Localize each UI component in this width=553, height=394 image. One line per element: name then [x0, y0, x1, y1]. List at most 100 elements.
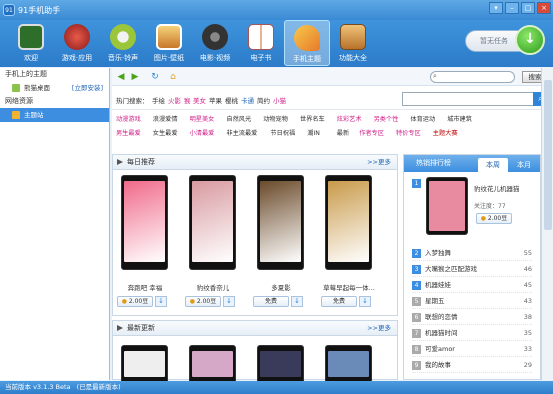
- category-link[interactable]: 女生最爱: [153, 128, 178, 137]
- rank-theme-name[interactable]: 入梦独舞: [425, 249, 451, 257]
- category-link[interactable]: 主题大赛: [433, 128, 458, 137]
- hot-word[interactable]: 火影: [168, 95, 181, 105]
- theme-name[interactable]: 草莓早起每一体...: [319, 282, 379, 292]
- top-theme-name[interactable]: 豹纹花儿机器猫: [474, 183, 520, 193]
- back-icon[interactable]: ◀: [116, 72, 126, 82]
- tab-week[interactable]: 本周: [478, 158, 508, 172]
- free-download-button[interactable]: 免费: [321, 296, 357, 307]
- download-icon[interactable]: ↓: [359, 296, 371, 307]
- category-link[interactable]: 自然风光: [226, 114, 251, 123]
- download-arrow-icon[interactable]: ↓: [515, 25, 545, 55]
- theme-thumbnail[interactable]: [121, 345, 168, 385]
- ranking-row[interactable]: 4 机器娃娃 45: [412, 277, 532, 293]
- theme-thumbnail[interactable]: [257, 345, 304, 385]
- theme-name[interactable]: 豹纹香奈儿: [183, 282, 243, 292]
- category-link[interactable]: 潮IN: [307, 128, 320, 137]
- tool-pictures[interactable]: 图片·壁纸: [146, 20, 192, 66]
- theme-name[interactable]: 多夏影: [251, 282, 311, 292]
- tab-month[interactable]: 本月: [509, 158, 539, 172]
- category-link[interactable]: 最新: [337, 128, 349, 137]
- ranking-row[interactable]: 2 入梦独舞 55: [412, 245, 532, 261]
- category-link[interactable]: 节日祝福: [270, 128, 295, 137]
- category-link[interactable]: 非主流最爱: [226, 128, 257, 137]
- download-icon[interactable]: ↓: [155, 296, 167, 307]
- category-link[interactable]: 动漫游戏: [116, 114, 141, 123]
- home-icon[interactable]: ⌂: [168, 72, 178, 82]
- theme-thumbnail[interactable]: [121, 175, 168, 270]
- theme-preview: [260, 351, 301, 377]
- ranking-row[interactable]: 5 星期五 43: [412, 293, 532, 309]
- theme-search-input[interactable]: ⌕: [402, 92, 548, 106]
- theme-name[interactable]: 奔跑吧 幸福: [115, 282, 175, 292]
- theme-thumbnail[interactable]: [257, 175, 304, 270]
- download-icon[interactable]: ↓: [291, 296, 303, 307]
- hot-word[interactable]: 卡通: [241, 95, 254, 105]
- theme-thumbnail[interactable]: [189, 345, 236, 385]
- price-button[interactable]: ● 2.00豆: [185, 296, 221, 307]
- rank-theme-name[interactable]: 机器娃娃: [425, 281, 451, 289]
- category-link[interactable]: 明星美女: [190, 114, 215, 123]
- hot-word[interactable]: 樱桃: [225, 95, 238, 105]
- vertical-scrollbar[interactable]: [541, 68, 553, 380]
- rank-theme-name[interactable]: 机器猫时间: [425, 329, 458, 337]
- download-icon[interactable]: ↓: [223, 296, 235, 307]
- install-now-link[interactable]: [立即安装]: [72, 81, 103, 95]
- sidebar-item-theme-site[interactable]: 主题站: [0, 108, 109, 122]
- tool-games[interactable]: 游戏·应用: [54, 20, 100, 66]
- rank-theme-name[interactable]: 我的故事: [425, 361, 451, 369]
- price-button[interactable]: ● 2.00豆: [117, 296, 153, 307]
- category-link[interactable]: 炫彩艺术: [337, 114, 362, 123]
- hot-word[interactable]: 简约: [257, 95, 270, 105]
- category-link[interactable]: 体育运动: [410, 114, 435, 123]
- category-link[interactable]: 男生最爱: [116, 128, 141, 137]
- category-link[interactable]: 小清最爱: [190, 128, 215, 137]
- top-theme-thumbnail[interactable]: [426, 177, 468, 235]
- film-icon: [202, 24, 228, 50]
- hot-word[interactable]: 美女: [193, 95, 206, 105]
- category-link[interactable]: 另类个性: [374, 114, 399, 123]
- close-icon[interactable]: ×: [537, 2, 551, 14]
- rank-theme-name[interactable]: 联想的恋情: [425, 313, 458, 321]
- category-link[interactable]: 浪漫爱情: [153, 114, 178, 123]
- more-link[interactable]: >>更多: [367, 155, 391, 169]
- scrollbar-thumb[interactable]: [544, 80, 552, 230]
- hot-word[interactable]: 猴: [184, 95, 191, 105]
- ranking-row[interactable]: 7 机器猫时间 35: [412, 325, 532, 341]
- tool-themes[interactable]: 手机主题: [284, 20, 330, 66]
- refresh-icon[interactable]: ↻: [150, 72, 160, 82]
- theme-thumbnail[interactable]: [189, 175, 236, 270]
- rank-theme-name[interactable]: 大嘴猴之匹配游戏: [425, 265, 477, 273]
- category-link[interactable]: 世界名车: [300, 114, 325, 123]
- ranking-row[interactable]: 9 我的故事 29: [412, 357, 532, 373]
- tool-label: 欢迎: [24, 54, 38, 62]
- maximize-icon[interactable]: □: [521, 2, 535, 14]
- ranking-row[interactable]: 8 可爱amor 33: [412, 341, 532, 357]
- tool-music[interactable]: 音乐·铃声: [100, 20, 146, 66]
- category-link[interactable]: 城市建筑: [447, 114, 472, 123]
- hot-word[interactable]: 手绘: [152, 95, 165, 105]
- menu-icon[interactable]: ▾: [489, 2, 503, 14]
- search-input[interactable]: ⌕: [430, 71, 515, 83]
- ranking-row[interactable]: 6 联想的恋情 38: [412, 309, 532, 325]
- free-download-button[interactable]: 免费: [253, 296, 289, 307]
- rank-theme-name[interactable]: 星期五: [425, 297, 445, 305]
- ranking-row[interactable]: 3 大嘴猴之匹配游戏 46: [412, 261, 532, 277]
- category-link[interactable]: 特价专区: [396, 128, 421, 137]
- tool-video[interactable]: 电影·视频: [192, 20, 238, 66]
- tool-welcome[interactable]: 欢迎: [8, 20, 54, 66]
- category-link[interactable]: 作者专区: [359, 128, 384, 137]
- hot-word[interactable]: 小猫: [273, 95, 286, 105]
- sidebar-item-panda-desktop[interactable]: 熊猫桌面 [立即安装]: [0, 81, 109, 95]
- forward-icon[interactable]: ▶: [130, 72, 140, 82]
- tool-functions[interactable]: 功能大全: [330, 20, 376, 66]
- category-link[interactable]: 动物宠物: [263, 114, 288, 123]
- top-theme-price-button[interactable]: ● 2.00豆: [476, 213, 512, 224]
- theme-thumbnail[interactable]: [325, 345, 372, 385]
- hot-word[interactable]: 苹果: [209, 95, 222, 105]
- more-link[interactable]: >>更多: [367, 321, 391, 335]
- minimize-icon[interactable]: –: [505, 2, 519, 14]
- tool-ebook[interactable]: 电子书: [238, 20, 284, 66]
- rank-theme-name[interactable]: 可爱amor: [425, 345, 455, 353]
- theme-thumbnail[interactable]: [325, 175, 372, 270]
- rank-value: 46: [523, 265, 532, 273]
